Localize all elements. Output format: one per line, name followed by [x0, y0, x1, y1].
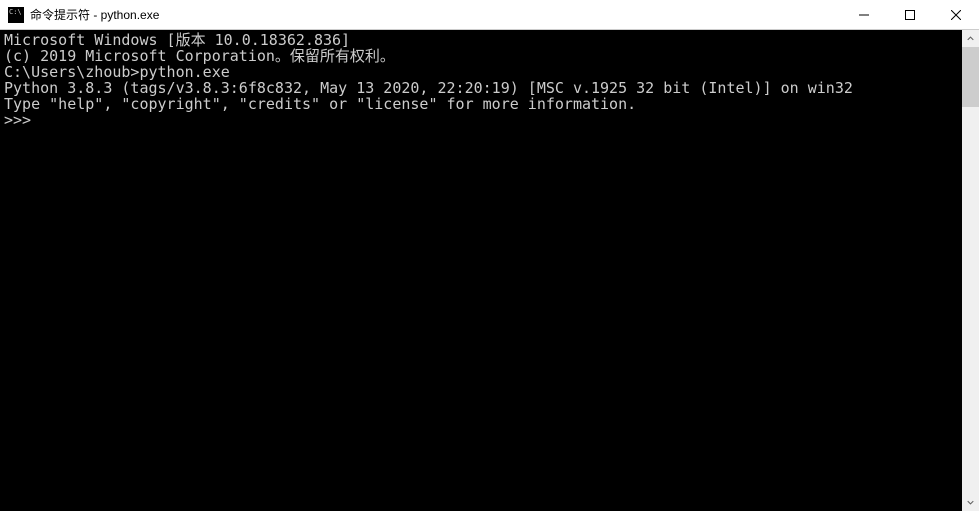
close-icon: [951, 10, 961, 20]
console-line: Type "help", "copyright", "credits" or "…: [4, 96, 958, 112]
console-line: C:\Users\zhoub>python.exe: [4, 64, 958, 80]
minimize-icon: [859, 10, 869, 20]
chevron-down-icon: [967, 499, 974, 506]
scroll-up-button[interactable]: [962, 30, 979, 47]
maximize-icon: [905, 10, 915, 20]
window-titlebar[interactable]: 命令提示符 - python.exe: [0, 0, 979, 30]
scroll-thumb[interactable]: [962, 47, 979, 107]
minimize-button[interactable]: [841, 0, 887, 29]
chevron-up-icon: [967, 35, 974, 42]
console-body: Microsoft Windows [版本 10.0.18362.836](c)…: [0, 30, 979, 511]
console-prompt: >>>: [4, 112, 958, 128]
window-title: 命令提示符 - python.exe: [30, 6, 841, 23]
console-line: Python 3.8.3 (tags/v3.8.3:6f8c832, May 1…: [4, 80, 958, 96]
scroll-down-button[interactable]: [962, 494, 979, 511]
close-button[interactable]: [933, 0, 979, 29]
window-controls: [841, 0, 979, 29]
vertical-scrollbar[interactable]: [962, 30, 979, 511]
maximize-button[interactable]: [887, 0, 933, 29]
console-line: Microsoft Windows [版本 10.0.18362.836]: [4, 32, 958, 48]
cmd-icon: [8, 7, 24, 23]
console-line: (c) 2019 Microsoft Corporation。保留所有权利。: [4, 48, 958, 64]
scroll-track[interactable]: [962, 47, 979, 494]
console-output[interactable]: Microsoft Windows [版本 10.0.18362.836](c)…: [0, 30, 962, 511]
